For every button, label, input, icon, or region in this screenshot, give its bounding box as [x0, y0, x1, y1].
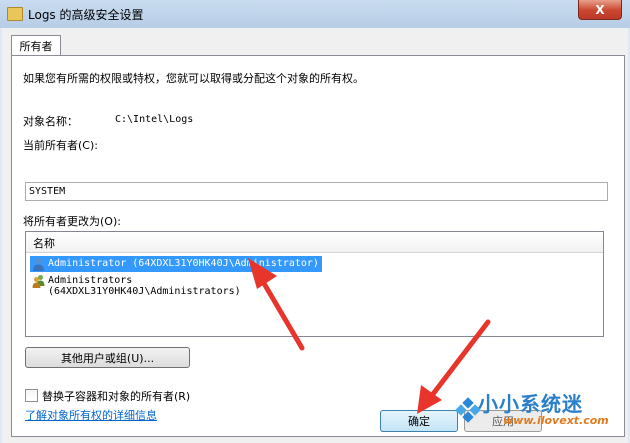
object-name-label: 对象名称： [23, 115, 78, 128]
close-icon: X [595, 2, 605, 17]
intro-text: 如果您有所需的权限或特权，您就可以取得或分配这个对象的所有权。 [23, 72, 364, 85]
list-column-header[interactable]: 名称 [26, 232, 603, 253]
list-item-label: Administrator (64XDXL31Y0HK40J\Administr… [48, 258, 319, 269]
name-column-label: 名称 [33, 237, 55, 250]
replace-owner-checkbox[interactable] [25, 389, 38, 402]
owner-list[interactable]: 名称 Administrator (64XDXL31Y0HK40J\Admini… [25, 231, 604, 337]
replace-owner-label: 替换子容器和对象的所有者(R) [42, 390, 191, 403]
watermark-brand: 小小系统迷 [478, 392, 583, 416]
list-item-label: Administrators (64XDXL31Y0HK40J\Administ… [48, 275, 241, 297]
title-bar: Logs 的高级安全设置 X [0, 0, 630, 28]
object-name-value: C:\Intel\Logs [115, 114, 194, 125]
other-users-button[interactable]: 其他用户或组(U)... [25, 347, 190, 368]
change-owner-label: 将所有者更改为(O): [23, 215, 121, 228]
list-item[interactable]: Administrator (64XDXL31Y0HK40J\Administr… [30, 256, 322, 272]
folder-icon [7, 7, 23, 21]
window-title: Logs 的高级安全设置 [28, 8, 144, 22]
current-owner-field[interactable]: SYSTEM [25, 182, 608, 201]
current-owner-label: 当前所有者(C): [23, 139, 98, 152]
users-group-icon [32, 275, 45, 288]
learn-more-link[interactable]: 了解对象所有权的详细信息 [25, 407, 157, 423]
close-button[interactable]: X [578, 0, 622, 20]
watermark-url: www.ilovext.com [503, 414, 609, 427]
tab-owner[interactable]: 所有者 [11, 35, 61, 56]
user-icon [33, 258, 44, 271]
list-item[interactable]: Administrators (64XDXL31Y0HK40J\Administ… [30, 273, 322, 297]
